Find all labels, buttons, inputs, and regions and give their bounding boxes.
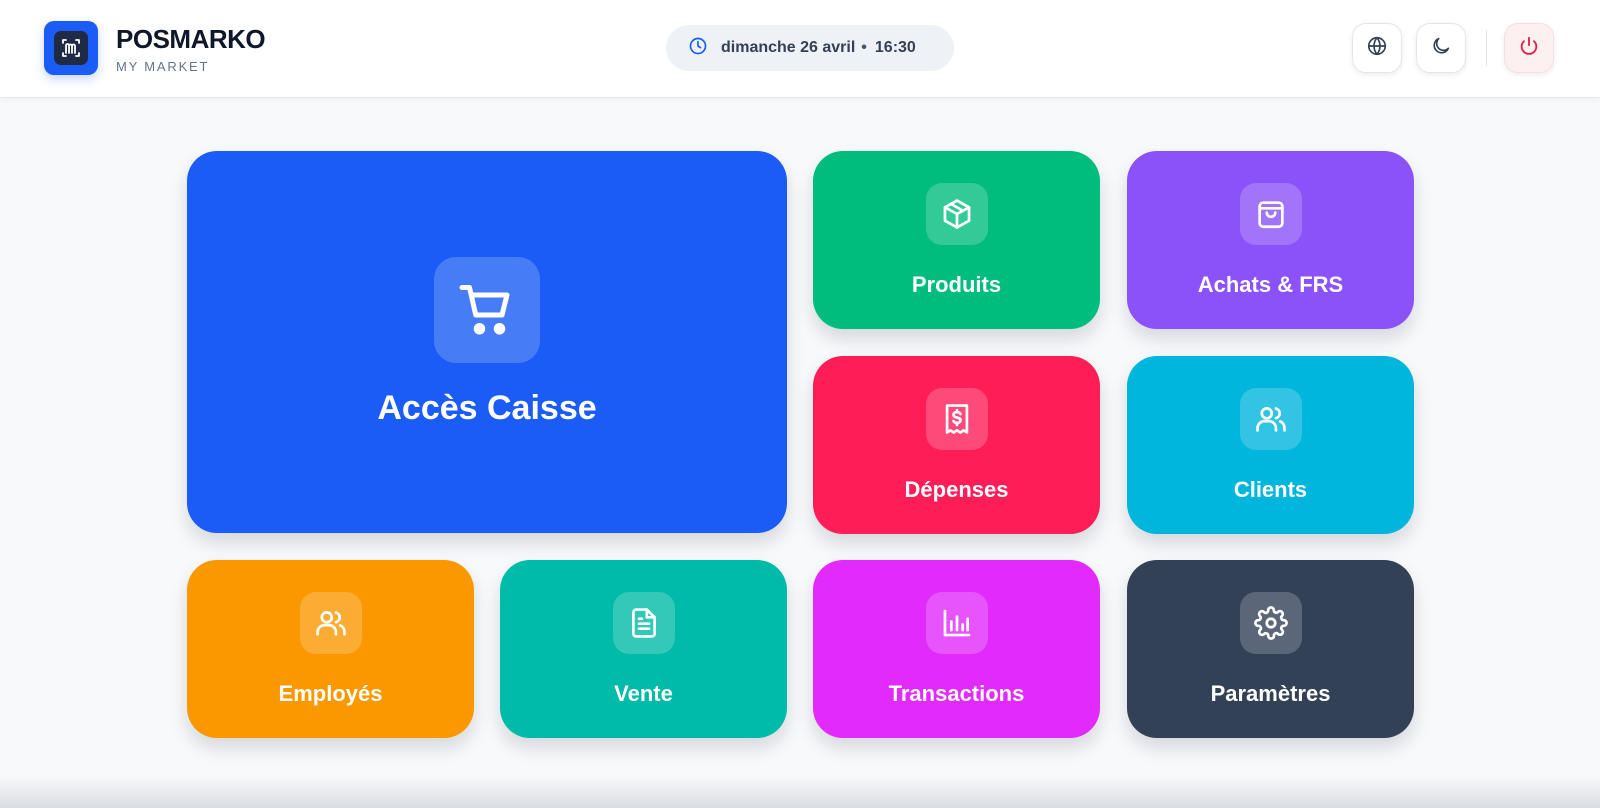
- theme-toggle-button[interactable]: [1416, 23, 1466, 73]
- top-header: POSMARKO MY MARKET dimanche 26 avril • 1…: [0, 0, 1600, 98]
- shopping-bag-icon: [1239, 182, 1302, 245]
- tile-employes[interactable]: Employés: [187, 560, 474, 738]
- users-icon: [1239, 387, 1302, 450]
- bottom-shadow: [0, 776, 1600, 808]
- box-icon: [925, 182, 988, 245]
- moon-icon: [1430, 35, 1452, 62]
- tile-vente[interactable]: Vente: [500, 560, 787, 738]
- tile-produits[interactable]: Produits: [813, 151, 1100, 329]
- tile-achats-frs[interactable]: Achats & FRS: [1127, 151, 1414, 329]
- tile-transactions[interactable]: Transactions: [813, 560, 1100, 738]
- globe-icon: [1366, 35, 1388, 62]
- market-logo-icon: [54, 31, 88, 65]
- tile-parametres[interactable]: Paramètres: [1127, 560, 1414, 738]
- current-time: 16:30: [874, 39, 916, 56]
- language-button[interactable]: [1352, 23, 1402, 73]
- tile-label: Produits: [911, 271, 1002, 297]
- tile-label: Dépenses: [904, 476, 1009, 502]
- logout-button[interactable]: [1504, 23, 1554, 73]
- tile-label: Vente: [614, 680, 673, 706]
- tile-acces-caisse[interactable]: Accès Caisse: [187, 151, 787, 533]
- tile-label: Employés: [278, 680, 383, 706]
- tile-label: Clients: [1233, 476, 1308, 502]
- tile-label: Accès Caisse: [377, 388, 597, 427]
- date-time-separator: •: [861, 39, 867, 56]
- bar-chart-icon: [925, 591, 988, 654]
- gear-icon: [1239, 591, 1302, 654]
- users-icon: [299, 591, 362, 654]
- date-time-display: dimanche 26 avril • 16:30: [666, 25, 954, 71]
- receipt-icon: [925, 387, 988, 450]
- tile-label: Paramètres: [1210, 680, 1331, 706]
- brand-subtitle: MY MARKET: [116, 59, 210, 74]
- shopping-cart-icon: [434, 256, 540, 363]
- document-icon: [612, 591, 675, 654]
- tile-label: Achats & FRS: [1197, 271, 1344, 297]
- brand-title: POSMARKO: [116, 24, 266, 54]
- tile-depenses[interactable]: Dépenses: [813, 356, 1100, 534]
- header-divider: [1486, 30, 1487, 66]
- current-date: dimanche 26 avril: [721, 39, 856, 56]
- clock-icon: [688, 36, 708, 61]
- brand-logo[interactable]: [44, 21, 98, 75]
- tile-label: Transactions: [888, 680, 1025, 706]
- power-icon: [1518, 35, 1540, 62]
- tile-clients[interactable]: Clients: [1127, 356, 1414, 534]
